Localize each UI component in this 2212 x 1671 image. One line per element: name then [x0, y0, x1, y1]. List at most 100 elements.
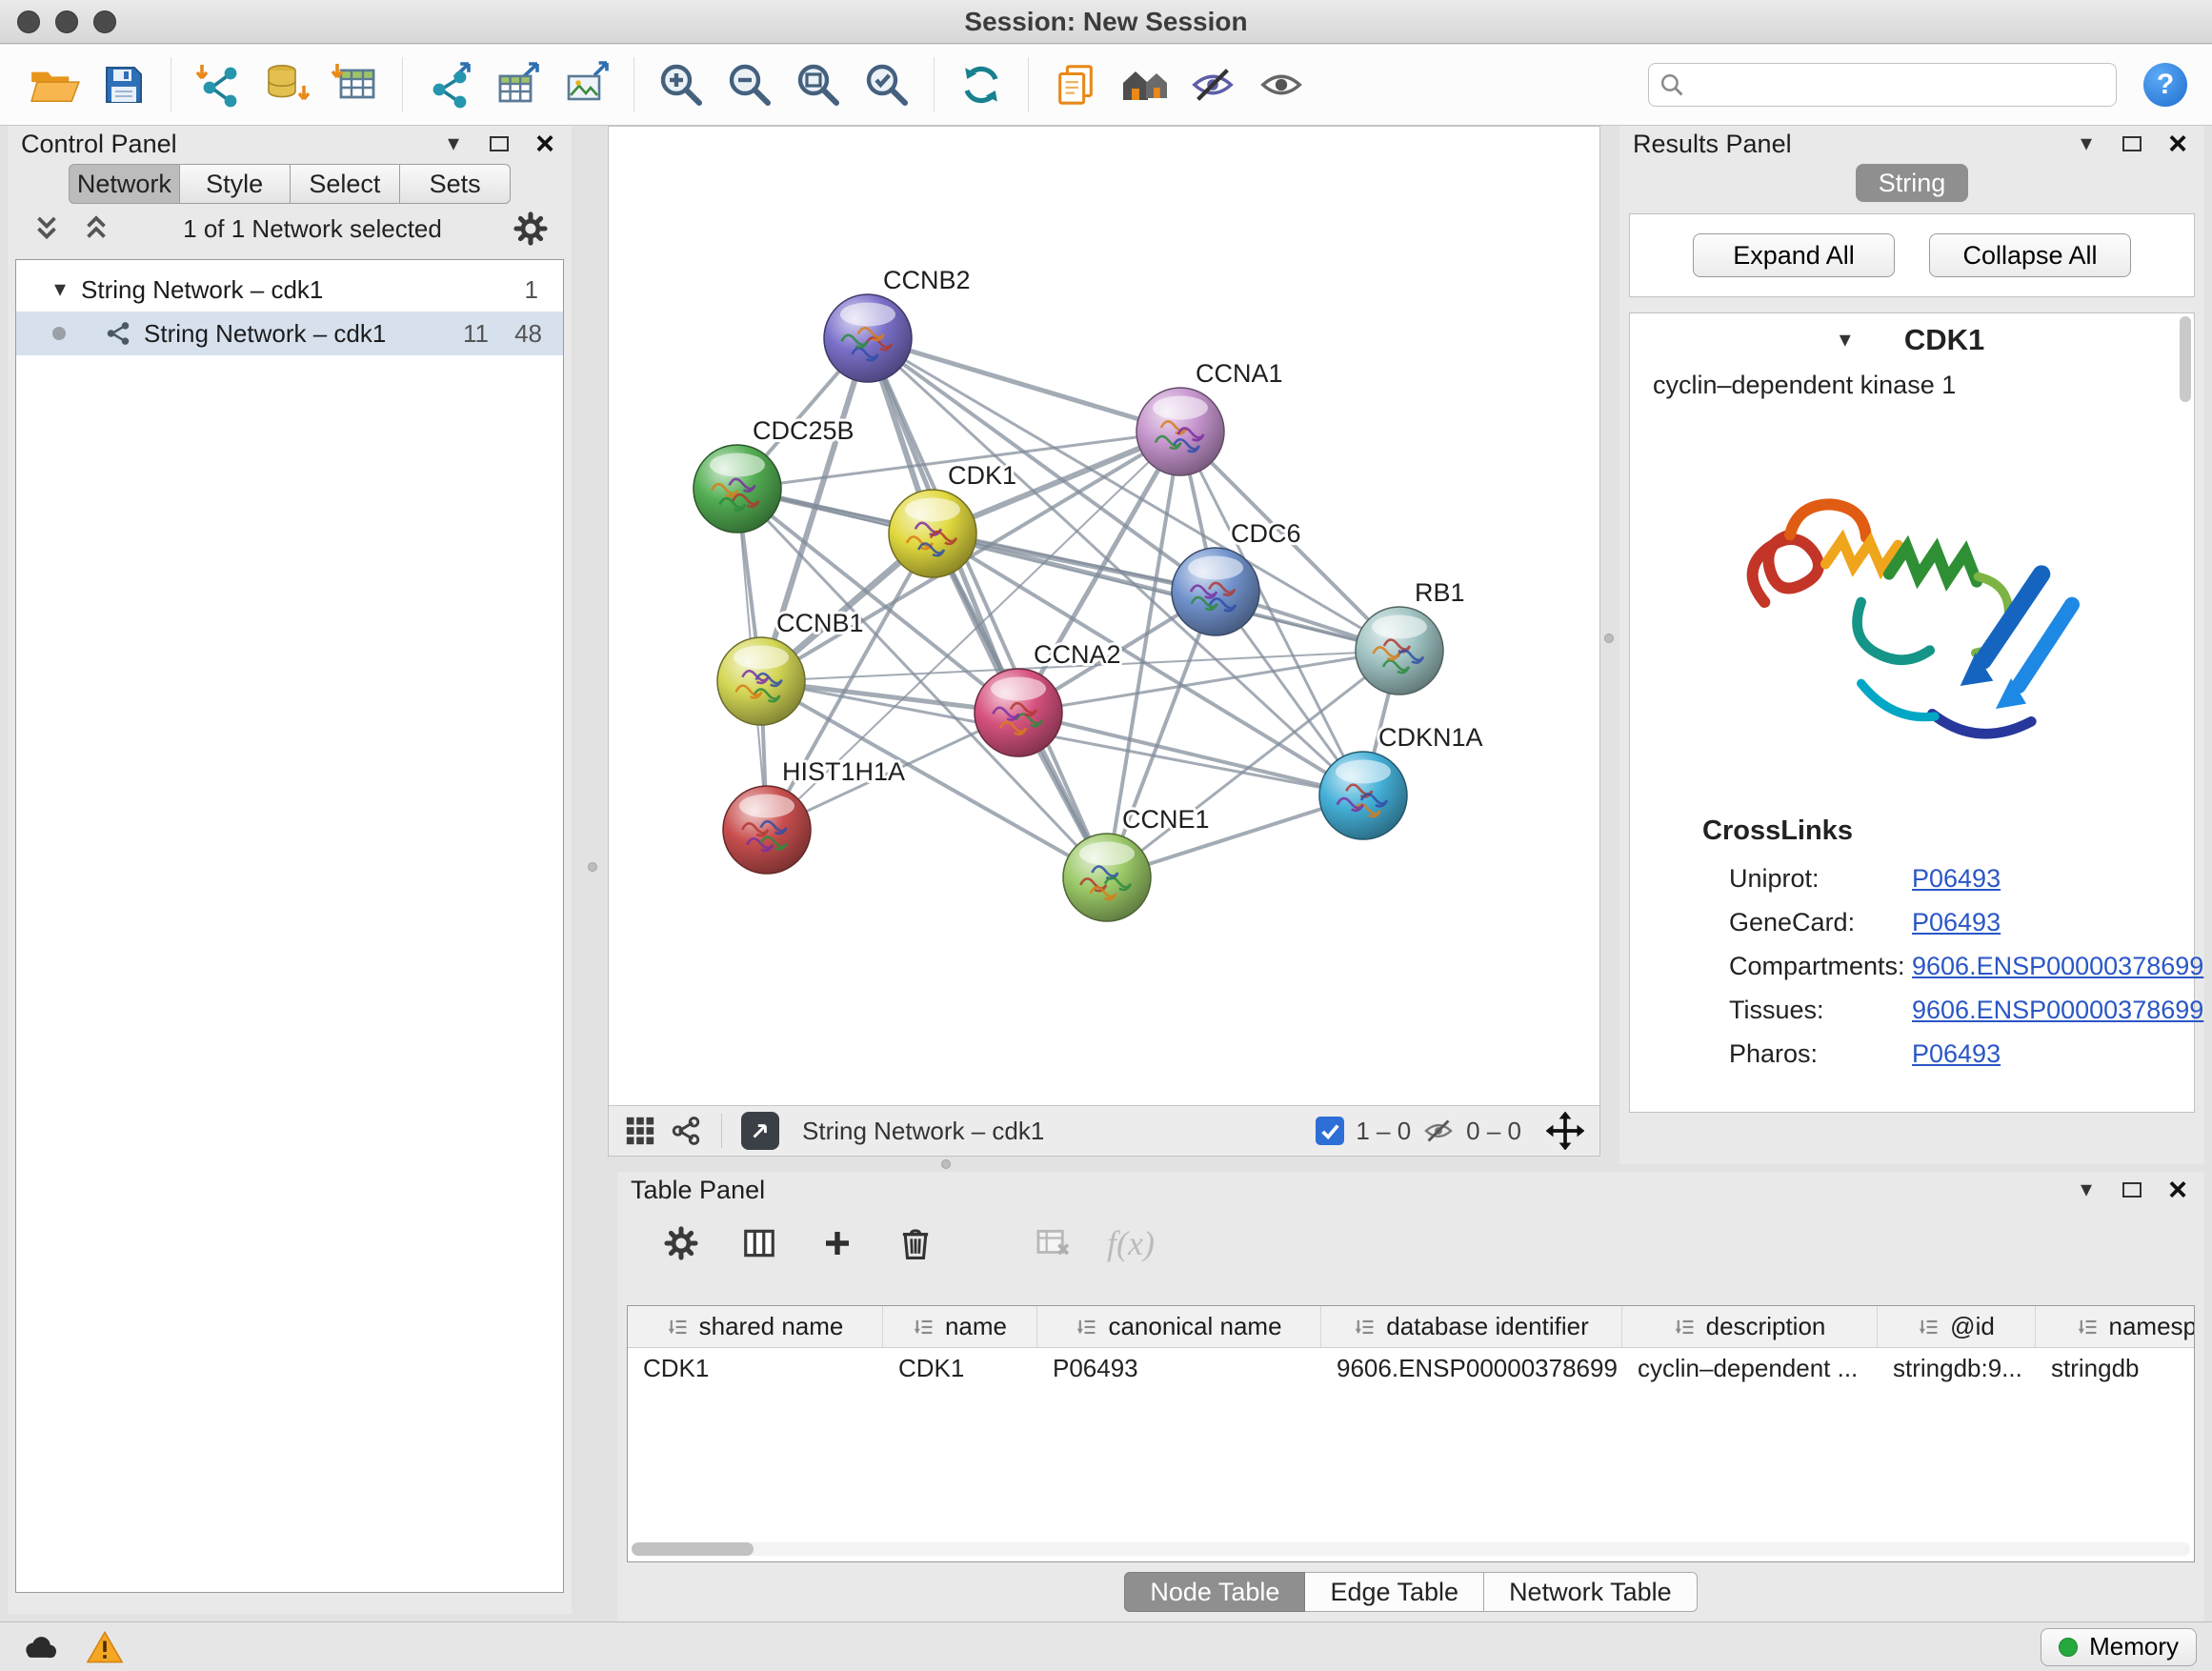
network-node-RB1[interactable]: RB1 — [1356, 578, 1465, 695]
protein-card-header[interactable]: ▾ CDK1 — [1630, 313, 2194, 367]
node-label: RB1 — [1415, 578, 1465, 607]
collapse-all-networks-button[interactable] — [30, 212, 63, 245]
control-panel-close-button[interactable]: × — [532, 130, 558, 158]
create-column-button[interactable] — [812, 1218, 863, 1269]
node-label: CCNA1 — [1196, 359, 1283, 388]
cloud-status-button[interactable] — [15, 1627, 65, 1667]
column-header-shared-name[interactable]: shared name — [628, 1306, 883, 1347]
table-row[interactable]: CDK1 CDK1 P06493 9606.ENSP00000378699 cy… — [628, 1348, 2195, 1388]
uniprot-link[interactable]: P06493 — [1912, 864, 2001, 894]
hide-graphics-button[interactable] — [1182, 53, 1243, 116]
network-node-CDK1[interactable]: CDK1 — [889, 461, 1016, 577]
delete-column-button[interactable] — [890, 1218, 941, 1269]
import-table-button[interactable] — [325, 53, 386, 116]
minimize-window-button[interactable] — [55, 10, 78, 33]
grid-view-button[interactable] — [624, 1115, 656, 1147]
copy-button[interactable] — [1045, 53, 1106, 116]
network-row[interactable]: String Network – cdk1 11 48 — [16, 312, 563, 355]
help-button[interactable]: ? — [2143, 63, 2187, 107]
tab-string[interactable]: String — [1856, 164, 1968, 202]
zoom-window-button[interactable] — [93, 10, 116, 33]
show-graphics-button[interactable] — [1251, 53, 1312, 116]
tissues-link[interactable]: 9606.ENSP00000378699 — [1912, 996, 2203, 1025]
tab-sets[interactable]: Sets — [400, 164, 511, 204]
close-window-button[interactable] — [17, 10, 40, 33]
memory-button[interactable]: Memory — [2041, 1628, 2197, 1666]
tab-node-table[interactable]: Node Table — [1124, 1572, 1305, 1612]
network-collection-row[interactable]: ▾ String Network – cdk1 1 — [16, 268, 563, 312]
table-panel-menu-button[interactable]: ▾ — [2073, 1176, 2100, 1204]
refresh-view-button[interactable] — [951, 53, 1012, 116]
tab-network[interactable]: Network — [69, 164, 180, 204]
control-panel-menu-button[interactable]: ▾ — [440, 130, 467, 158]
search-input[interactable] — [1691, 70, 2106, 100]
selected-nodes-checkbox-icon[interactable] — [1316, 1117, 1344, 1145]
network-node-CDC6[interactable]: CDC6 — [1172, 519, 1301, 635]
genecard-link[interactable]: P06493 — [1912, 908, 2001, 937]
search-box[interactable] — [1648, 63, 2117, 107]
network-edge[interactable] — [868, 338, 1180, 432]
home-button[interactable] — [1114, 53, 1175, 116]
results-panel-float-button[interactable] — [2119, 130, 2145, 158]
results-panel-close-button[interactable]: × — [2164, 130, 2191, 158]
open-session-button[interactable] — [25, 53, 86, 116]
export-network-button[interactable] — [419, 53, 480, 116]
tab-select[interactable]: Select — [291, 164, 401, 204]
apply-function-button[interactable]: f(x) — [1105, 1218, 1156, 1269]
network-options-button[interactable] — [513, 211, 549, 247]
column-header-namespace[interactable]: namespac — [2036, 1306, 2195, 1347]
control-panel-float-button[interactable] — [486, 130, 513, 158]
scrollbar-thumb[interactable] — [632, 1542, 754, 1556]
table-panel-float-button[interactable] — [2119, 1176, 2145, 1204]
zoom-out-button[interactable] — [719, 53, 780, 116]
column-header-description[interactable]: description — [1622, 1306, 1878, 1347]
clear-table-button[interactable] — [1027, 1218, 1078, 1269]
zoom-selected-button[interactable] — [856, 53, 917, 116]
tab-network-table[interactable]: Network Table — [1484, 1572, 1698, 1612]
save-session-button[interactable] — [93, 53, 154, 116]
show-columns-button[interactable] — [734, 1218, 785, 1269]
pan-tool-button[interactable] — [1546, 1112, 1584, 1150]
table-options-button[interactable] — [655, 1218, 707, 1269]
network-node-CCNA1[interactable]: CCNA1 — [1136, 359, 1283, 475]
network-node-CCNB1[interactable]: CCNB1 — [717, 609, 864, 725]
network-edge[interactable] — [868, 338, 1107, 877]
tab-style[interactable]: Style — [180, 164, 291, 204]
pharos-link[interactable]: P06493 — [1912, 1039, 2001, 1069]
node-gloss — [1188, 556, 1243, 580]
expand-all-networks-button[interactable] — [80, 212, 112, 245]
status-bar: Memory — [0, 1621, 2212, 1671]
column-header-at-id[interactable]: @id — [1878, 1306, 2036, 1347]
column-header-name[interactable]: name — [883, 1306, 1037, 1347]
network-node-HIST1H1A[interactable]: HIST1H1A — [723, 757, 905, 874]
import-network-file-button[interactable] — [188, 53, 249, 116]
results-scrollbar[interactable] — [2180, 316, 2191, 1109]
tab-edge-table[interactable]: Edge Table — [1305, 1572, 1484, 1612]
column-header-database-identifier[interactable]: database identifier — [1321, 1306, 1622, 1347]
birdseye-view-button[interactable] — [670, 1115, 702, 1147]
network-node-CDKN1A[interactable]: CDKN1A — [1319, 723, 1483, 839]
zoom-fit-button[interactable] — [788, 53, 849, 116]
left-splitter-handle[interactable] — [588, 862, 597, 872]
export-table-button[interactable] — [488, 53, 549, 116]
warnings-button[interactable] — [80, 1627, 130, 1667]
column-header-canonical-name[interactable]: canonical name — [1037, 1306, 1321, 1347]
compartments-link[interactable]: 9606.ENSP00000378699 — [1912, 952, 2203, 981]
network-edge[interactable] — [933, 534, 1399, 651]
network-node-CDC25B[interactable]: CDC25B — [694, 416, 855, 533]
export-image-button[interactable] — [556, 53, 617, 116]
results-panel-menu-button[interactable]: ▾ — [2073, 130, 2100, 158]
right-splitter-handle[interactable] — [1604, 634, 1614, 643]
table-panel-close-button[interactable]: × — [2164, 1176, 2191, 1204]
table-horizontal-scrollbar[interactable] — [632, 1542, 2190, 1556]
network-node-CCNE1[interactable]: CCNE1 — [1063, 805, 1210, 921]
zoom-in-button[interactable] — [651, 53, 712, 116]
scrollbar-thumb[interactable] — [2180, 316, 2191, 402]
window-title: Session: New Session — [964, 7, 1247, 37]
collapse-all-button[interactable]: Collapse All — [1929, 233, 2131, 277]
network-canvas[interactable]: CCNB2CCNA1CDC25BCDK1CDC6RB1CCNB1CCNA2CDK… — [609, 127, 1599, 1105]
import-network-database-button[interactable] — [256, 53, 317, 116]
export-view-button[interactable] — [741, 1112, 779, 1150]
expand-all-button[interactable]: Expand All — [1693, 233, 1895, 277]
bottom-splitter-handle[interactable] — [941, 1159, 951, 1169]
